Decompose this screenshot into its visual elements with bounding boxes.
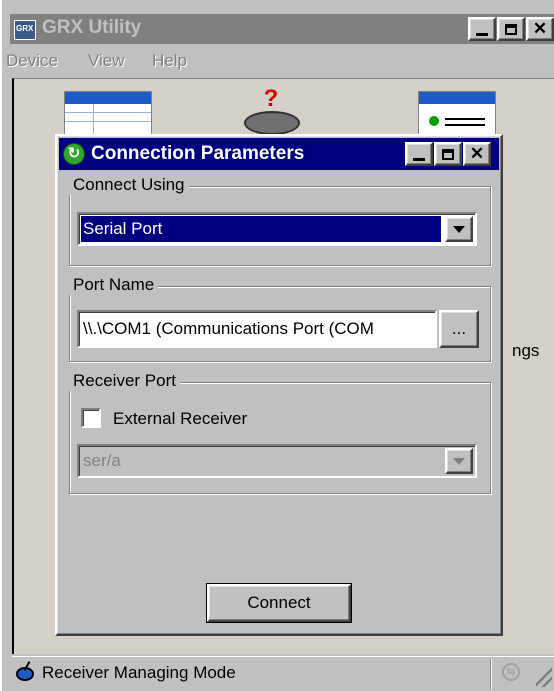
minimize-icon — [413, 157, 425, 161]
chevron-down-icon — [453, 457, 465, 465]
connect-using-selected: Serial Port — [81, 216, 441, 242]
refresh-icon: ↻ — [63, 143, 85, 165]
dialog-maximize-button[interactable] — [434, 142, 462, 166]
receiver-port-legend: Receiver Port — [69, 371, 180, 391]
dialog-close-button[interactable]: ✕ — [463, 142, 491, 166]
resize-grip[interactable] — [536, 667, 552, 687]
receiver-port-dropdown-button[interactable] — [445, 448, 473, 474]
connection-parameters-dialog: ↻ Connection Parameters ✕ Connect Using … — [55, 134, 503, 636]
main-maximize-button[interactable] — [497, 17, 525, 41]
status-bar: Receiver Managing Mode ⇆ — [12, 656, 554, 691]
receiver-port-select[interactable]: ser/a — [77, 444, 477, 478]
settings-partial-label: ngs — [512, 341, 540, 360]
status-text: Receiver Managing Mode — [42, 663, 236, 682]
connect-button-label: Connect — [247, 593, 311, 612]
close-icon: ✕ — [532, 19, 548, 38]
connect-using-dropdown-button[interactable] — [445, 216, 473, 242]
port-name-legend: Port Name — [69, 275, 159, 295]
main-minimize-button[interactable] — [468, 17, 496, 41]
menu-device[interactable]: Device — [6, 51, 58, 71]
connect-button[interactable]: Connect — [206, 583, 352, 623]
connect-using-select[interactable]: Serial Port — [77, 212, 477, 246]
close-icon: ✕ — [469, 144, 485, 163]
main-close-button[interactable]: ✕ — [526, 17, 554, 41]
dialog-minimize-button[interactable] — [405, 142, 433, 166]
menu-help[interactable]: Help — [152, 51, 187, 71]
maximize-icon — [442, 148, 454, 160]
chevron-down-icon — [453, 225, 465, 233]
main-title-bar[interactable]: GRX GRX Utility ✕ — [10, 14, 554, 44]
connection-status-icon: ⇆ — [502, 663, 520, 681]
browse-label: ... — [451, 319, 467, 338]
receiver-port-value: ser/a — [83, 451, 121, 470]
main-window-title: GRX Utility — [42, 17, 142, 38]
grx-app-icon: GRX — [14, 20, 36, 40]
dialog-title-bar[interactable]: ↻ Connection Parameters ✕ — [59, 138, 499, 170]
main-menu-bar: Device View Help — [4, 48, 554, 76]
grx-logo-text: GRX — [16, 24, 34, 33]
connect-using-legend: Connect Using — [69, 175, 189, 195]
dialog-title: Connection Parameters — [91, 143, 305, 164]
status-panel-divider — [490, 659, 492, 689]
connect-using-value: Serial Port — [83, 219, 163, 238]
minimize-icon — [476, 32, 488, 36]
maximize-icon — [505, 23, 517, 35]
menu-view[interactable]: View — [88, 51, 125, 71]
port-name-field[interactable]: \\.\COM1 (Communications Port (COM — [77, 310, 437, 348]
external-receiver-label[interactable]: External Receiver — [113, 409, 247, 429]
satellite-icon — [14, 661, 38, 685]
port-name-value: \\.\COM1 (Communications Port (COM — [83, 319, 374, 338]
external-receiver-checkbox[interactable] — [81, 408, 101, 428]
port-browse-button[interactable]: ... — [439, 310, 479, 348]
